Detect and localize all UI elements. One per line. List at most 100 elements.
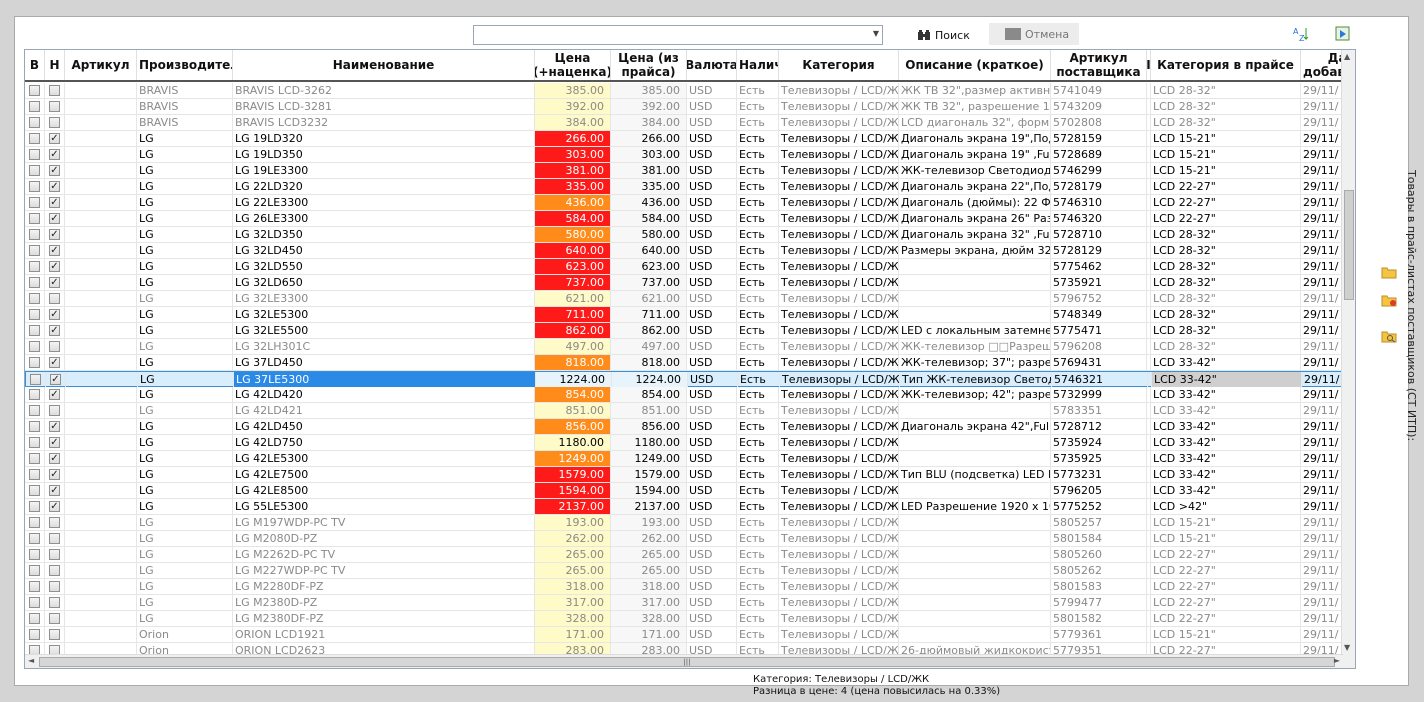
checkbox-b[interactable] — [29, 229, 40, 240]
checkbox-n[interactable]: ✓ — [49, 245, 60, 256]
cell-b[interactable] — [25, 499, 45, 514]
cell-b[interactable] — [25, 307, 45, 322]
table-row[interactable]: ✓ LG LG 32LE5500 862.00 862.00 USD Есть Телевиз… — [25, 323, 1355, 339]
cell-n[interactable]: ✓ — [45, 211, 65, 226]
cell-n[interactable]: ✓ — [45, 259, 65, 274]
cell-n[interactable]: ✓ — [45, 275, 65, 290]
table-row[interactable]: ✓ LG LG 22LE3300 436.00 436.00 USD Есть Телевиз… — [25, 195, 1355, 211]
col-header-availability[interactable]: Наличие — [737, 50, 779, 80]
checkbox-b[interactable] — [30, 374, 41, 385]
table-row[interactable]: ✓ LG LG 37LD450 818.00 818.00 USD Есть Телевизо… — [25, 355, 1355, 371]
cell-b[interactable] — [25, 563, 45, 578]
cell-n[interactable] — [45, 547, 65, 562]
cell-n[interactable]: ✓ — [45, 323, 65, 338]
checkbox-b[interactable] — [29, 197, 40, 208]
table-row[interactable]: LG LG M2380D-PZ 317.00 317.00 USD Есть Телевиз… — [25, 595, 1355, 611]
cell-n[interactable] — [45, 611, 65, 626]
col-header-price-list[interactable]: Цена (из прайса) — [611, 50, 687, 80]
cell-n[interactable] — [45, 563, 65, 578]
cell-b[interactable] — [25, 531, 45, 546]
cell-n[interactable] — [45, 339, 65, 354]
table-row[interactable]: BRAVIS BRAVIS LCD3232 384.00 384.00 USD Есть Т… — [25, 115, 1355, 131]
checkbox-b[interactable] — [29, 341, 40, 352]
checkbox-n[interactable]: ✓ — [49, 501, 60, 512]
table-row[interactable]: ✓ LG LG 32LD450 640.00 640.00 USD Есть Телевизо… — [25, 243, 1355, 259]
cell-b[interactable] — [25, 115, 45, 130]
chevron-down-icon[interactable]: ▼ — [873, 29, 879, 38]
checkbox-n[interactable]: ✓ — [49, 389, 60, 400]
table-row[interactable]: ✓ LG LG 32LD550 623.00 623.00 USD Есть Телевизо… — [25, 259, 1355, 275]
table-row[interactable]: ✓ LG LG 22LD320 335.00 335.00 USD Есть Телевизо… — [25, 179, 1355, 195]
scroll-up-icon[interactable]: ▲ — [1344, 52, 1350, 61]
table-row[interactable]: ✓ LG LG 42LD450 856.00 856.00 USD Есть Телевизо… — [25, 419, 1355, 435]
cell-b[interactable] — [25, 451, 45, 466]
checkbox-n[interactable]: ✓ — [49, 277, 60, 288]
table-row[interactable]: ✓ LG LG 19LD320 266.00 266.00 USD Есть Телевизо… — [25, 131, 1355, 147]
scroll-right-icon[interactable]: ► — [1334, 656, 1340, 665]
cell-b[interactable] — [25, 195, 45, 210]
checkbox-b[interactable] — [29, 469, 40, 480]
cell-b[interactable] — [25, 163, 45, 178]
cell-b[interactable] — [25, 547, 45, 562]
checkbox-b[interactable] — [29, 549, 40, 560]
horizontal-scrollbar[interactable]: ◄ ||| ► — [25, 654, 1343, 668]
cell-b[interactable] — [25, 179, 45, 194]
checkbox-b[interactable] — [29, 133, 40, 144]
checkbox-n[interactable] — [49, 549, 60, 560]
checkbox-b[interactable] — [29, 533, 40, 544]
table-row[interactable]: LG LG M2080D-PZ 262.00 262.00 USD Есть Телевиз… — [25, 531, 1355, 547]
cell-b[interactable] — [25, 291, 45, 306]
checkbox-n[interactable] — [49, 117, 60, 128]
products-grid[interactable]: В Н Артикул Производитель Наименование Ц… — [24, 49, 1356, 669]
cell-b[interactable] — [26, 372, 46, 387]
checkbox-n[interactable] — [49, 597, 60, 608]
checkbox-n[interactable] — [49, 533, 60, 544]
table-row[interactable]: ✓ LG LG 32LD350 580.00 580.00 USD Есть Телевизо… — [25, 227, 1355, 243]
cell-b[interactable] — [25, 83, 45, 98]
checkbox-n[interactable]: ✓ — [49, 453, 60, 464]
checkbox-b[interactable] — [29, 389, 40, 400]
checkbox-n[interactable] — [49, 85, 60, 96]
cell-n[interactable]: ✓ — [45, 243, 65, 258]
checkbox-b[interactable] — [29, 213, 40, 224]
cell-b[interactable] — [25, 147, 45, 162]
checkbox-b[interactable] — [29, 149, 40, 160]
cell-n[interactable]: ✓ — [45, 467, 65, 482]
cell-n[interactable] — [45, 595, 65, 610]
folder-delete-icon[interactable] — [1381, 293, 1397, 307]
checkbox-n[interactable]: ✓ — [49, 325, 60, 336]
cell-n[interactable] — [45, 99, 65, 114]
cell-n[interactable] — [45, 115, 65, 130]
cell-n[interactable]: ✓ — [45, 435, 65, 450]
checkbox-b[interactable] — [29, 501, 40, 512]
cell-b[interactable] — [25, 227, 45, 242]
col-header-name[interactable]: Наименование — [233, 50, 535, 80]
checkbox-n[interactable]: ✓ — [49, 213, 60, 224]
cancel-button[interactable]: Отмена — [989, 23, 1079, 45]
table-row[interactable]: BRAVIS BRAVIS LCD-3281 392.00 392.00 USD Есть… — [25, 99, 1355, 115]
cell-b[interactable] — [25, 579, 45, 594]
cell-b[interactable] — [25, 355, 45, 370]
cell-b[interactable] — [25, 611, 45, 626]
cell-b[interactable] — [25, 275, 45, 290]
cell-n[interactable]: ✓ — [45, 195, 65, 210]
cell-n[interactable]: ✓ — [45, 387, 65, 402]
checkbox-n[interactable] — [49, 581, 60, 592]
table-row[interactable]: ✓ LG LG 42LD750 1180.00 1180.00 USD Есть Телеви… — [25, 435, 1355, 451]
table-row[interactable]: ✓ LG LG 42LE8500 1594.00 1594.00 USD Есть Телев… — [25, 483, 1355, 499]
cell-b[interactable] — [25, 403, 45, 418]
cell-n[interactable]: ✓ — [45, 307, 65, 322]
col-header-supplier-sku[interactable]: Артикул поставщика — [1051, 50, 1147, 80]
checkbox-n[interactable]: ✓ — [49, 485, 60, 496]
col-header-n[interactable]: Н — [45, 50, 65, 80]
checkbox-n[interactable] — [49, 341, 60, 352]
col-header-description[interactable]: Описание (краткое) — [899, 50, 1051, 80]
table-row[interactable]: LG LG 32LH301C 497.00 497.00 USD Есть Телевизо… — [25, 339, 1355, 355]
checkbox-n[interactable]: ✓ — [49, 149, 60, 160]
table-row[interactable]: ✓ LG LG 26LE3300 584.00 584.00 USD Есть Телевиз… — [25, 211, 1355, 227]
checkbox-b[interactable] — [29, 245, 40, 256]
col-header-currency[interactable]: Валюта — [687, 50, 737, 80]
cell-n[interactable]: ✓ — [45, 131, 65, 146]
cell-b[interactable] — [25, 131, 45, 146]
cell-b[interactable] — [25, 435, 45, 450]
